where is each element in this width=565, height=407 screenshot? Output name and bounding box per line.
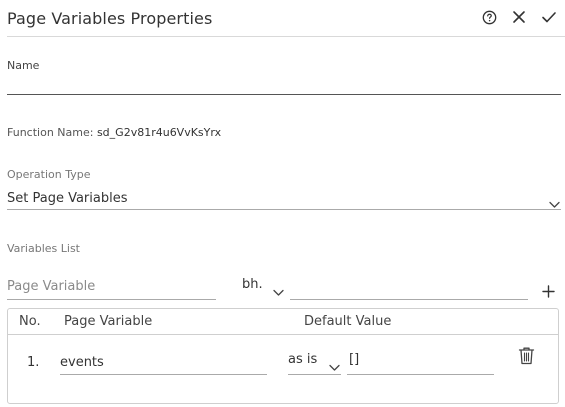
row-default-value-input[interactable]: [] — [349, 352, 359, 367]
help-circle-icon[interactable] — [480, 8, 498, 26]
add-icon[interactable] — [542, 283, 555, 302]
name-label: Name — [7, 59, 40, 72]
check-icon[interactable] — [540, 8, 558, 26]
new-page-variable-underline — [7, 299, 216, 300]
name-input[interactable] — [7, 74, 561, 92]
panel-title: Page Variables Properties — [7, 9, 213, 28]
row-page-variable-underline — [60, 374, 267, 375]
row-mode-underline — [288, 374, 341, 375]
header-divider — [7, 36, 565, 37]
table-header-divider — [7, 334, 559, 335]
delete-icon[interactable] — [518, 346, 535, 369]
column-header-page-variable: Page Variable — [64, 314, 153, 329]
new-default-value-underline — [290, 299, 528, 300]
operation-type-label: Operation Type — [7, 168, 91, 181]
variables-list-label: Variables List — [7, 242, 80, 255]
new-default-value-input[interactable] — [290, 279, 528, 297]
column-header-no: No. — [19, 314, 41, 329]
close-icon[interactable] — [510, 8, 528, 26]
name-input-underline — [7, 94, 561, 95]
function-name-value: sd_G2v81r4u6VvKsYrx — [96, 126, 222, 139]
chevron-down-icon[interactable] — [549, 194, 560, 213]
operation-type-select[interactable]: Set Page Variables — [7, 191, 128, 206]
new-page-variable-input[interactable]: Page Variable — [7, 279, 95, 294]
row-number: 1. — [27, 355, 40, 370]
row-default-value-underline — [347, 374, 494, 375]
chevron-down-icon[interactable] — [273, 282, 284, 301]
function-name: Function Name: sd_G2v81r4u6VvKsYrx — [7, 126, 221, 139]
new-mode-select[interactable]: bh. — [242, 277, 263, 292]
function-name-label: Function Name: — [7, 126, 94, 139]
row-page-variable-input[interactable]: events — [60, 355, 104, 370]
column-header-default-value: Default Value — [304, 314, 392, 329]
operation-type-underline — [7, 209, 561, 210]
row-mode-select[interactable]: as is — [288, 352, 317, 367]
